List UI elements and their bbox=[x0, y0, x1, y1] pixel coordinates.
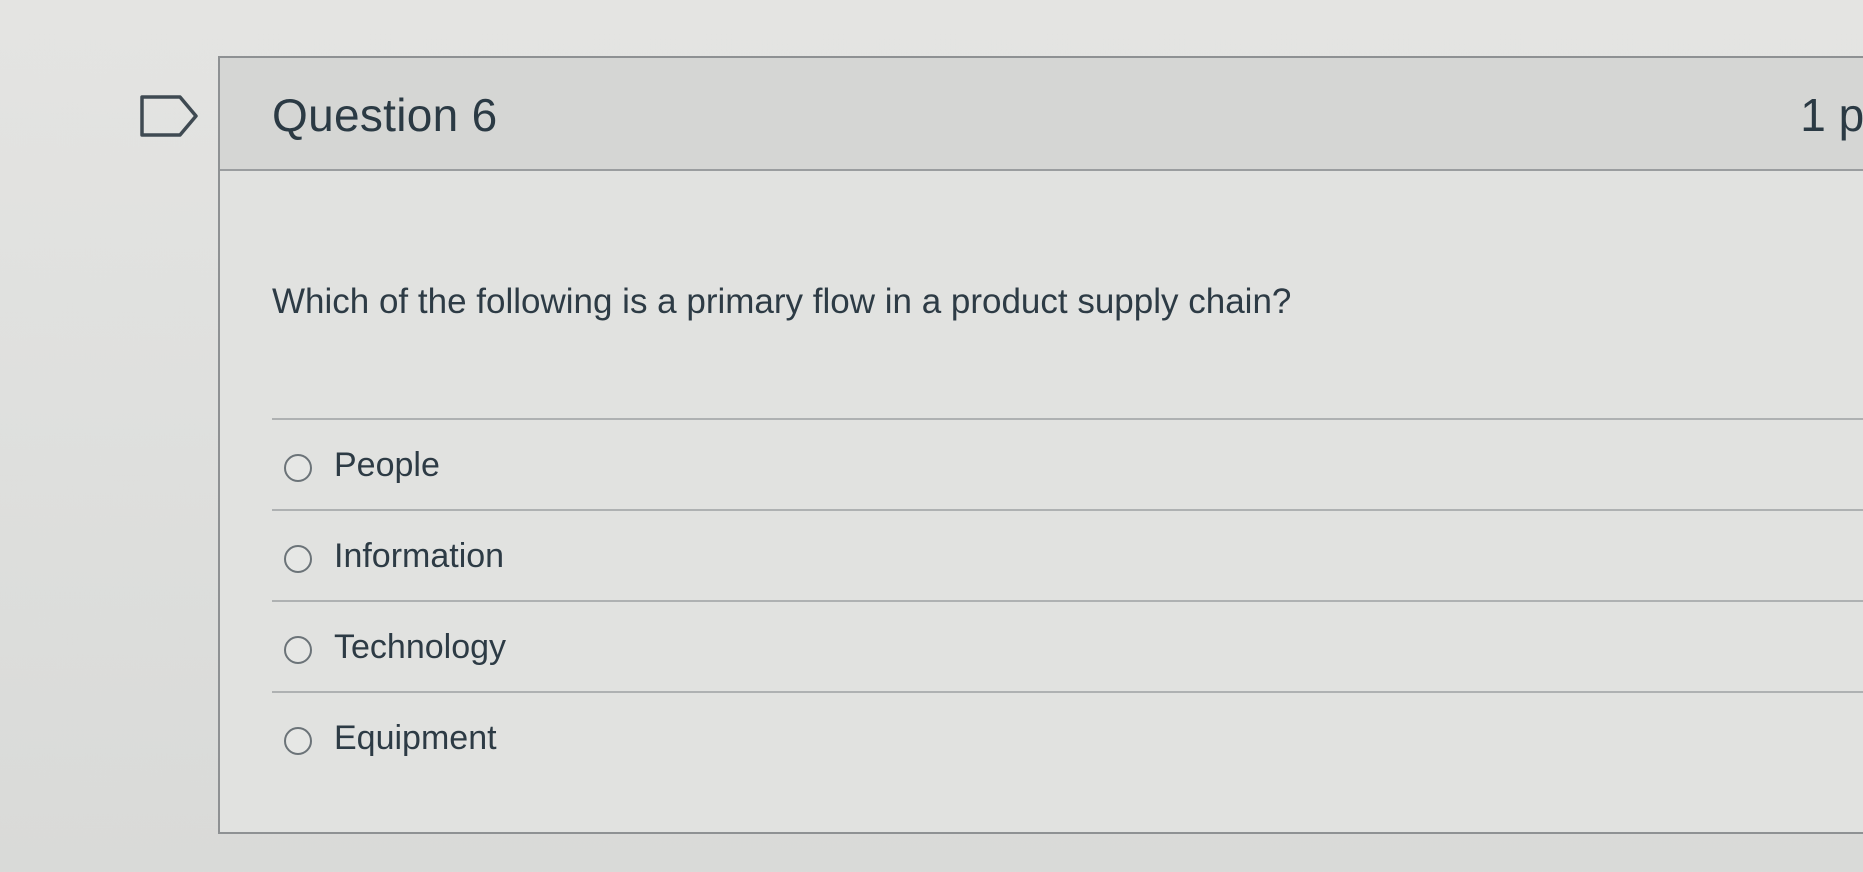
question-header: Question 6 1 pt bbox=[220, 58, 1863, 171]
question-text: Which of the following is a primary flow… bbox=[272, 282, 1292, 321]
answer-label[interactable]: Information bbox=[334, 537, 504, 576]
answer-label[interactable]: Technology bbox=[334, 628, 506, 667]
radio-button-icon[interactable] bbox=[284, 636, 312, 664]
answer-option-equipment[interactable]: Equipment bbox=[272, 691, 1863, 782]
radio-button-icon[interactable] bbox=[284, 545, 312, 573]
answer-option-people[interactable]: People bbox=[272, 418, 1863, 509]
answer-option-technology[interactable]: Technology bbox=[272, 600, 1863, 691]
answer-label[interactable]: People bbox=[334, 446, 440, 485]
answer-option-information[interactable]: Information bbox=[272, 509, 1863, 600]
radio-button-icon[interactable] bbox=[284, 454, 312, 482]
flag-question-icon[interactable] bbox=[140, 95, 198, 137]
answer-list: People Information Technology Equipment bbox=[272, 418, 1863, 782]
question-points: 1 pt bbox=[1800, 89, 1863, 141]
question-title: Question 6 bbox=[272, 89, 498, 141]
question-card: Question 6 1 pt Which of the following i… bbox=[218, 56, 1863, 834]
radio-button-icon[interactable] bbox=[284, 727, 312, 755]
answer-label[interactable]: Equipment bbox=[334, 719, 497, 758]
